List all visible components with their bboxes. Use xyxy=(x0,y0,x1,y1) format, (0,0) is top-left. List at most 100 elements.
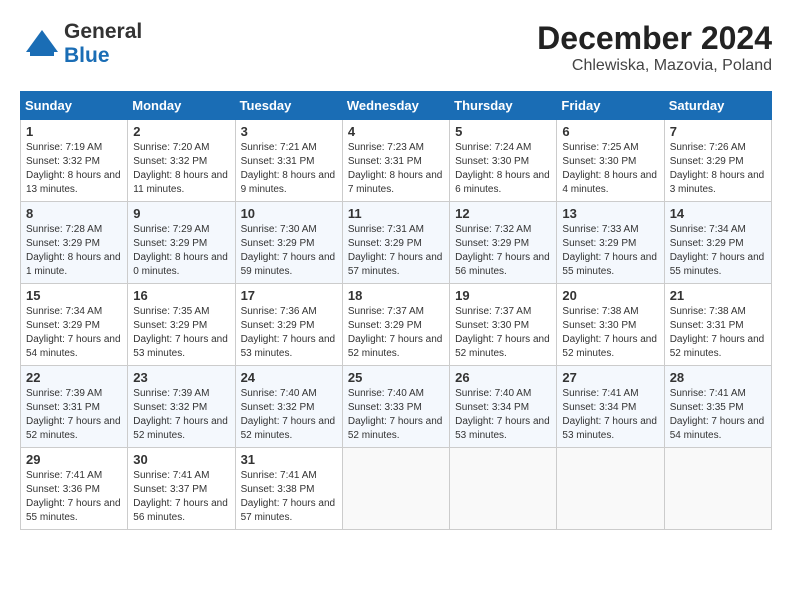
day-info: Sunrise: 7:36 AMSunset: 3:29 PMDaylight:… xyxy=(241,306,336,359)
location-title: Chlewiska, Mazovia, Poland xyxy=(537,57,772,75)
day-info: Sunrise: 7:19 AMSunset: 3:32 PMDaylight:… xyxy=(26,142,121,195)
col-header-saturday: Saturday xyxy=(664,92,771,120)
title-block: December 2024 Chlewiska, Mazovia, Poland xyxy=(537,20,772,75)
month-title: December 2024 xyxy=(537,20,772,57)
day-info: Sunrise: 7:30 AMSunset: 3:29 PMDaylight:… xyxy=(241,224,336,277)
day-cell-16: 16 Sunrise: 7:35 AMSunset: 3:29 PMDaylig… xyxy=(128,284,235,366)
day-number: 18 xyxy=(348,288,444,303)
day-info: Sunrise: 7:41 AMSunset: 3:37 PMDaylight:… xyxy=(133,470,228,523)
day-info: Sunrise: 7:28 AMSunset: 3:29 PMDaylight:… xyxy=(26,224,121,277)
day-cell-4: 4 Sunrise: 7:23 AMSunset: 3:31 PMDayligh… xyxy=(342,120,449,202)
col-header-monday: Monday xyxy=(128,92,235,120)
week-row-4: 22 Sunrise: 7:39 AMSunset: 3:31 PMDaylig… xyxy=(21,366,772,448)
day-number: 7 xyxy=(670,124,766,139)
day-info: Sunrise: 7:26 AMSunset: 3:29 PMDaylight:… xyxy=(670,142,765,195)
col-header-thursday: Thursday xyxy=(450,92,557,120)
day-cell-26: 26 Sunrise: 7:40 AMSunset: 3:34 PMDaylig… xyxy=(450,366,557,448)
day-cell-18: 18 Sunrise: 7:37 AMSunset: 3:29 PMDaylig… xyxy=(342,284,449,366)
day-number: 29 xyxy=(26,452,122,467)
day-cell-31: 31 Sunrise: 7:41 AMSunset: 3:38 PMDaylig… xyxy=(235,448,342,530)
day-number: 23 xyxy=(133,370,229,385)
day-info: Sunrise: 7:38 AMSunset: 3:31 PMDaylight:… xyxy=(670,306,765,359)
day-number: 6 xyxy=(562,124,658,139)
day-info: Sunrise: 7:34 AMSunset: 3:29 PMDaylight:… xyxy=(670,224,765,277)
day-info: Sunrise: 7:39 AMSunset: 3:31 PMDaylight:… xyxy=(26,388,121,441)
day-cell-15: 15 Sunrise: 7:34 AMSunset: 3:29 PMDaylig… xyxy=(21,284,128,366)
day-number: 14 xyxy=(670,206,766,221)
day-cell-23: 23 Sunrise: 7:39 AMSunset: 3:32 PMDaylig… xyxy=(128,366,235,448)
day-cell-25: 25 Sunrise: 7:40 AMSunset: 3:33 PMDaylig… xyxy=(342,366,449,448)
empty-cell xyxy=(342,448,449,530)
week-row-2: 8 Sunrise: 7:28 AMSunset: 3:29 PMDayligh… xyxy=(21,202,772,284)
day-number: 5 xyxy=(455,124,551,139)
day-cell-7: 7 Sunrise: 7:26 AMSunset: 3:29 PMDayligh… xyxy=(664,120,771,202)
day-info: Sunrise: 7:41 AMSunset: 3:34 PMDaylight:… xyxy=(562,388,657,441)
day-info: Sunrise: 7:41 AMSunset: 3:35 PMDaylight:… xyxy=(670,388,765,441)
day-cell-9: 9 Sunrise: 7:29 AMSunset: 3:29 PMDayligh… xyxy=(128,202,235,284)
day-info: Sunrise: 7:32 AMSunset: 3:29 PMDaylight:… xyxy=(455,224,550,277)
day-info: Sunrise: 7:31 AMSunset: 3:29 PMDaylight:… xyxy=(348,224,443,277)
day-number: 10 xyxy=(241,206,337,221)
day-cell-19: 19 Sunrise: 7:37 AMSunset: 3:30 PMDaylig… xyxy=(450,284,557,366)
logo-general: General xyxy=(64,20,142,44)
day-number: 8 xyxy=(26,206,122,221)
day-info: Sunrise: 7:38 AMSunset: 3:30 PMDaylight:… xyxy=(562,306,657,359)
day-number: 30 xyxy=(133,452,229,467)
day-number: 27 xyxy=(562,370,658,385)
week-row-3: 15 Sunrise: 7:34 AMSunset: 3:29 PMDaylig… xyxy=(21,284,772,366)
day-number: 12 xyxy=(455,206,551,221)
logo-icon xyxy=(20,22,64,66)
day-number: 22 xyxy=(26,370,122,385)
day-number: 28 xyxy=(670,370,766,385)
col-header-friday: Friday xyxy=(557,92,664,120)
day-cell-13: 13 Sunrise: 7:33 AMSunset: 3:29 PMDaylig… xyxy=(557,202,664,284)
day-info: Sunrise: 7:20 AMSunset: 3:32 PMDaylight:… xyxy=(133,142,228,195)
day-cell-21: 21 Sunrise: 7:38 AMSunset: 3:31 PMDaylig… xyxy=(664,284,771,366)
day-number: 24 xyxy=(241,370,337,385)
day-cell-27: 27 Sunrise: 7:41 AMSunset: 3:34 PMDaylig… xyxy=(557,366,664,448)
calendar-header-row: SundayMondayTuesdayWednesdayThursdayFrid… xyxy=(21,92,772,120)
day-number: 11 xyxy=(348,206,444,221)
calendar-table: SundayMondayTuesdayWednesdayThursdayFrid… xyxy=(20,91,772,530)
week-row-5: 29 Sunrise: 7:41 AMSunset: 3:36 PMDaylig… xyxy=(21,448,772,530)
day-number: 9 xyxy=(133,206,229,221)
day-info: Sunrise: 7:34 AMSunset: 3:29 PMDaylight:… xyxy=(26,306,121,359)
day-cell-28: 28 Sunrise: 7:41 AMSunset: 3:35 PMDaylig… xyxy=(664,366,771,448)
day-cell-3: 3 Sunrise: 7:21 AMSunset: 3:31 PMDayligh… xyxy=(235,120,342,202)
day-cell-29: 29 Sunrise: 7:41 AMSunset: 3:36 PMDaylig… xyxy=(21,448,128,530)
day-info: Sunrise: 7:37 AMSunset: 3:30 PMDaylight:… xyxy=(455,306,550,359)
day-cell-17: 17 Sunrise: 7:36 AMSunset: 3:29 PMDaylig… xyxy=(235,284,342,366)
day-number: 16 xyxy=(133,288,229,303)
day-cell-20: 20 Sunrise: 7:38 AMSunset: 3:30 PMDaylig… xyxy=(557,284,664,366)
day-cell-11: 11 Sunrise: 7:31 AMSunset: 3:29 PMDaylig… xyxy=(342,202,449,284)
day-number: 31 xyxy=(241,452,337,467)
day-cell-6: 6 Sunrise: 7:25 AMSunset: 3:30 PMDayligh… xyxy=(557,120,664,202)
day-info: Sunrise: 7:40 AMSunset: 3:33 PMDaylight:… xyxy=(348,388,443,441)
day-info: Sunrise: 7:29 AMSunset: 3:29 PMDaylight:… xyxy=(133,224,228,277)
day-info: Sunrise: 7:24 AMSunset: 3:30 PMDaylight:… xyxy=(455,142,550,195)
logo-blue: Blue xyxy=(64,44,110,68)
logo: General Blue xyxy=(20,20,142,68)
day-number: 26 xyxy=(455,370,551,385)
day-info: Sunrise: 7:35 AMSunset: 3:29 PMDaylight:… xyxy=(133,306,228,359)
day-cell-8: 8 Sunrise: 7:28 AMSunset: 3:29 PMDayligh… xyxy=(21,202,128,284)
day-info: Sunrise: 7:41 AMSunset: 3:38 PMDaylight:… xyxy=(241,470,336,523)
day-info: Sunrise: 7:37 AMSunset: 3:29 PMDaylight:… xyxy=(348,306,443,359)
day-info: Sunrise: 7:23 AMSunset: 3:31 PMDaylight:… xyxy=(348,142,443,195)
day-cell-30: 30 Sunrise: 7:41 AMSunset: 3:37 PMDaylig… xyxy=(128,448,235,530)
day-number: 17 xyxy=(241,288,337,303)
day-info: Sunrise: 7:40 AMSunset: 3:34 PMDaylight:… xyxy=(455,388,550,441)
day-cell-12: 12 Sunrise: 7:32 AMSunset: 3:29 PMDaylig… xyxy=(450,202,557,284)
day-cell-10: 10 Sunrise: 7:30 AMSunset: 3:29 PMDaylig… xyxy=(235,202,342,284)
day-number: 15 xyxy=(26,288,122,303)
day-info: Sunrise: 7:40 AMSunset: 3:32 PMDaylight:… xyxy=(241,388,336,441)
week-row-1: 1 Sunrise: 7:19 AMSunset: 3:32 PMDayligh… xyxy=(21,120,772,202)
day-cell-14: 14 Sunrise: 7:34 AMSunset: 3:29 PMDaylig… xyxy=(664,202,771,284)
col-header-wednesday: Wednesday xyxy=(342,92,449,120)
day-cell-24: 24 Sunrise: 7:40 AMSunset: 3:32 PMDaylig… xyxy=(235,366,342,448)
day-number: 25 xyxy=(348,370,444,385)
day-number: 19 xyxy=(455,288,551,303)
page-header: General Blue December 2024 Chlewiska, Ma… xyxy=(20,20,772,75)
day-info: Sunrise: 7:39 AMSunset: 3:32 PMDaylight:… xyxy=(133,388,228,441)
day-number: 13 xyxy=(562,206,658,221)
